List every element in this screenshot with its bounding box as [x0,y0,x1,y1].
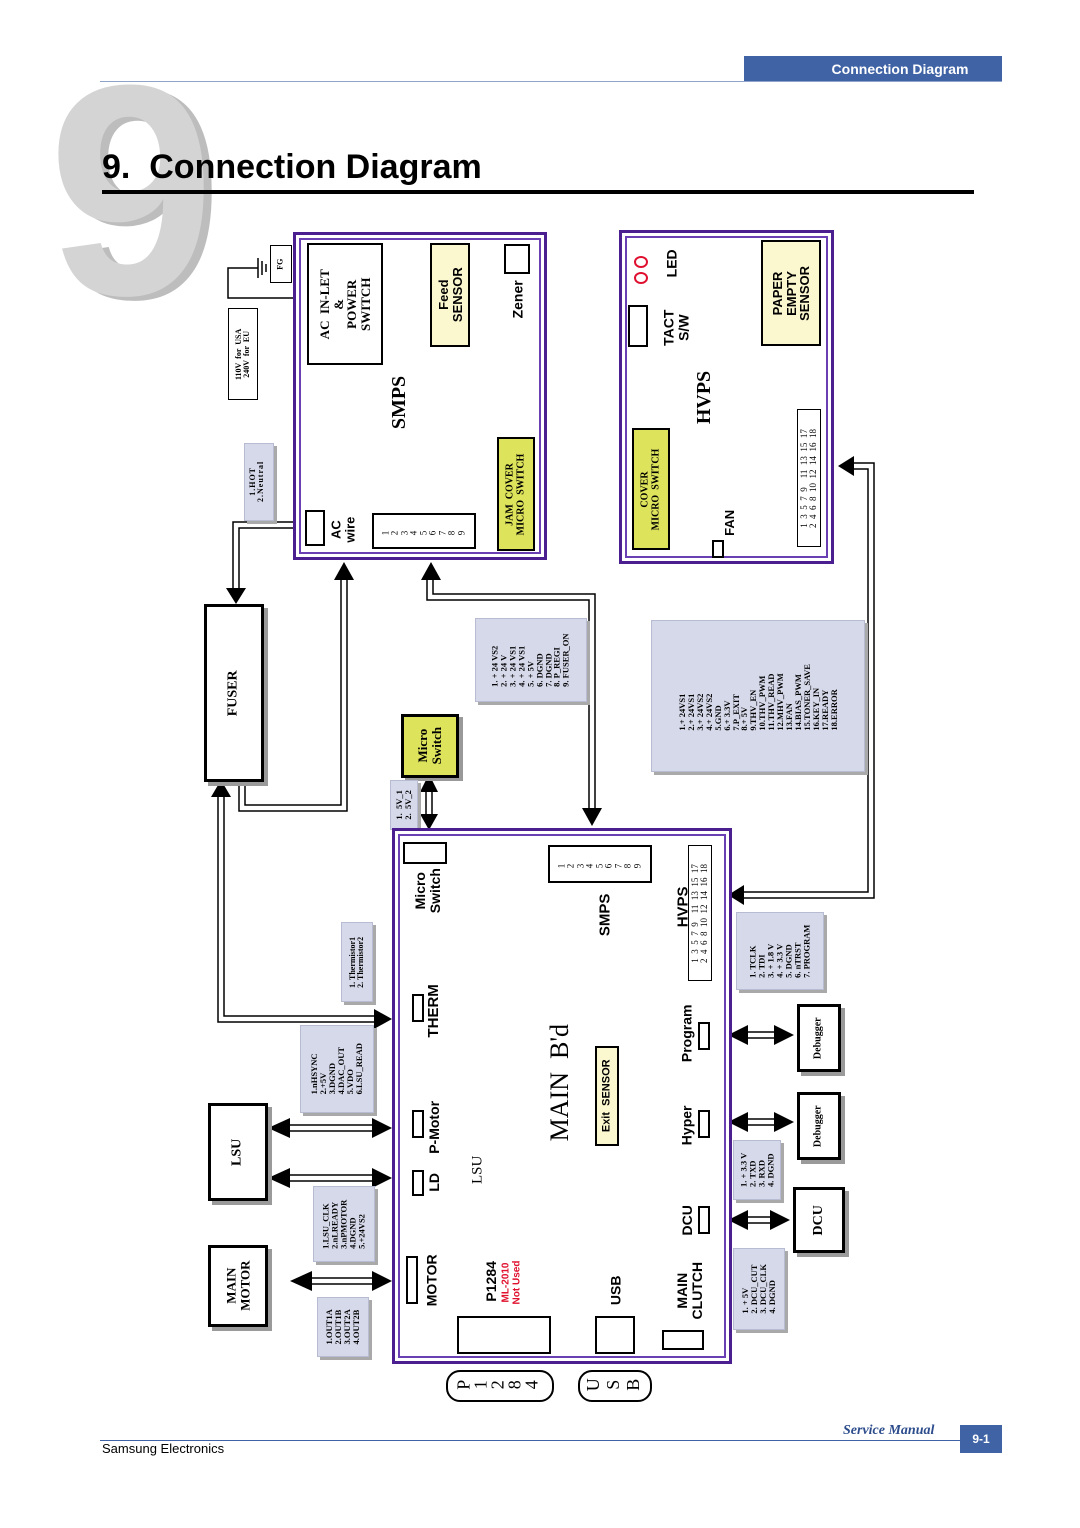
motor-pins-text: 1.OUT1A 2.OUT1B 3.OUT2A 4.OUT2B [324,1309,361,1345]
port-usb-text: U S B [582,1378,642,1392]
main-ld-label: LD [425,1172,442,1192]
arrow-head [770,1210,790,1230]
dcu-connector [698,1206,710,1234]
main-therm-label: THERM [425,984,443,1038]
footer-rule [100,1440,960,1441]
main-smps-label: SMPS [596,893,614,937]
micro-switch-link [425,790,433,818]
footer-page-number: 9-1 [972,1432,990,1446]
arrow-head [268,1168,290,1188]
micro-switch-pins-text: 1. 5V_1 2. 5V_2 [394,790,414,820]
program-pins-text: 1. TCLK 2. TDI 3. + 1.8 V 4. + 3.3 V 5. … [747,924,812,978]
led-icon [634,272,648,284]
dcu-unit-label: DCU [810,1204,826,1236]
arrow-head [290,1271,312,1291]
feed-sensor-label: Feed SENSOR [435,267,464,323]
ac-wire-to-fuser [232,521,293,590]
hyper-link [744,1118,778,1126]
thermistor-pins-text: 1. Thermistor1 2. Thermistor2 [347,936,365,988]
hvps-input-pins: 1 3 5 7 9 11 13 15 17 2 4 6 8 10 12 14 1… [690,864,710,963]
usb-connector [595,1316,635,1354]
jam-cover-label: JAM COVER MICRO SWITCH [504,453,527,535]
hvps-harness-pins-text: 1.+ 24VS1 2.+ 24VS1 3.+ 24VS2 4.+ 24VS2 … [676,663,839,731]
tact-switch [628,305,648,347]
tact-switch-label: TACT S/W [660,309,692,347]
main-clutch-connector [662,1330,704,1350]
main-lsu-label: LSU [469,1155,486,1185]
dcu-pins-text: 1. + 5V 2. DCU_CUT 3. DCU_CLK 4. DGND [740,1264,777,1314]
arrow-head [226,588,246,604]
port-p1284-text: P 1 2 8 4 [453,1379,542,1391]
arrow-head [774,1025,794,1045]
exit-sensor-label: Exit SENSOR [600,1059,613,1133]
arrow-head [372,1271,392,1291]
main-hyper-label: Hyper [678,1105,695,1145]
zener-label: Zener [509,279,526,319]
arrow-head [582,808,602,826]
main-motor-label: MOTOR [423,1254,440,1306]
voltage-note-text: 110V for USA 240V for EU [234,328,252,381]
arrow-head [334,562,354,580]
debugger-program-label: Debugger [812,1017,824,1059]
main-program-label: Program [678,1004,695,1062]
main-p-motor-label: P-Motor [425,1100,442,1154]
led-icon [634,256,648,268]
lsu-unit-label: LSU [229,1138,245,1166]
micro-switch-part-label: Micro Switch [415,727,444,765]
lsu-link-a [286,1124,376,1132]
arrow-head [374,1009,392,1029]
motor-link [308,1277,376,1285]
main-usb-label: USB [607,1275,624,1305]
fg-label: FG [275,258,285,270]
main-p1284-label: P1284 [482,1260,499,1302]
cover-micro-switch-label: COVER MICRO SWITCH [639,448,662,530]
motor-connector [406,1256,418,1304]
arrow-head [421,562,441,580]
footer-manual: Service Manual [843,1423,935,1438]
smps-output-pins: 1 2 3 4 5 6 7 8 9 [380,527,467,535]
arrow-head [372,1118,392,1138]
arrow-head [268,1118,290,1138]
arrow-head [211,780,231,797]
main-micro-switch-label: Micro Switch [412,868,443,914]
ac-wire-connector [305,510,325,546]
program-link [744,1031,778,1039]
arrow-head [838,456,854,476]
hyper-connector [698,1110,710,1138]
paper-empty-label: PAPER EMPTY SENSOR [769,265,812,321]
main-motor-label: MAIN MOTOR [223,1260,252,1312]
smps-board-title: SMPS [388,375,411,429]
lsu-link-b [286,1174,376,1182]
lsu-pins-b-text: 1.LSU_CLK 2.nLREADY 3.nPMOTOR 4.DGND 5.+… [320,1199,367,1249]
zener-component [504,244,530,274]
ac-wire-label: AC wire [328,516,357,544]
ac-pin-list-text: 1.HOT 2.Neutral [248,460,266,502]
program-connector [698,1022,710,1050]
footer-company: Samsung Electronics [102,1441,225,1456]
dcu-link [744,1216,772,1224]
smps-harness-pins-text: 1. + 24 VS2 2. + 24 V 3. + 24 VS1 4. + 2… [489,633,572,687]
main-board-title: MAIN B'd [545,1024,575,1142]
arrow-head [774,1112,794,1132]
ac-inlet-label: AC IN-LET & POWER SWITCH [316,268,373,340]
hvps-board-title: HVPS [693,370,716,424]
hvps-connector-pins: 1 3 5 7 9 11 13 15 17 2 4 6 8 10 12 14 1… [799,429,819,528]
p1284-connector [457,1316,551,1354]
fan-connector [712,540,724,558]
main-clutch-label: MAIN CLUTCH [674,1262,706,1320]
lsu-pins-a-text: 1.nHSYNC 2.+5V 3.DGND 4.DAC_OUT 5.VDO 6.… [309,1043,364,1095]
led-label: LED [663,249,680,277]
hyper-pins-text: 1. + 3.3 V 2. TXD 3. RXD 4. DGND [738,1152,775,1188]
arrow-head [372,1168,392,1188]
micro-switch-connector [403,842,447,864]
p1284-not-used-note: ML-2010 Not Used [500,1260,523,1304]
fan-label: FAN [722,509,738,536]
fuser-label: FUSER [225,670,241,716]
main-dcu-label: DCU [678,1204,695,1236]
debugger-hyper-label: Debugger [812,1105,824,1147]
smps-input-pins: 1 2 3 4 5 6 7 8 9 [556,860,643,868]
